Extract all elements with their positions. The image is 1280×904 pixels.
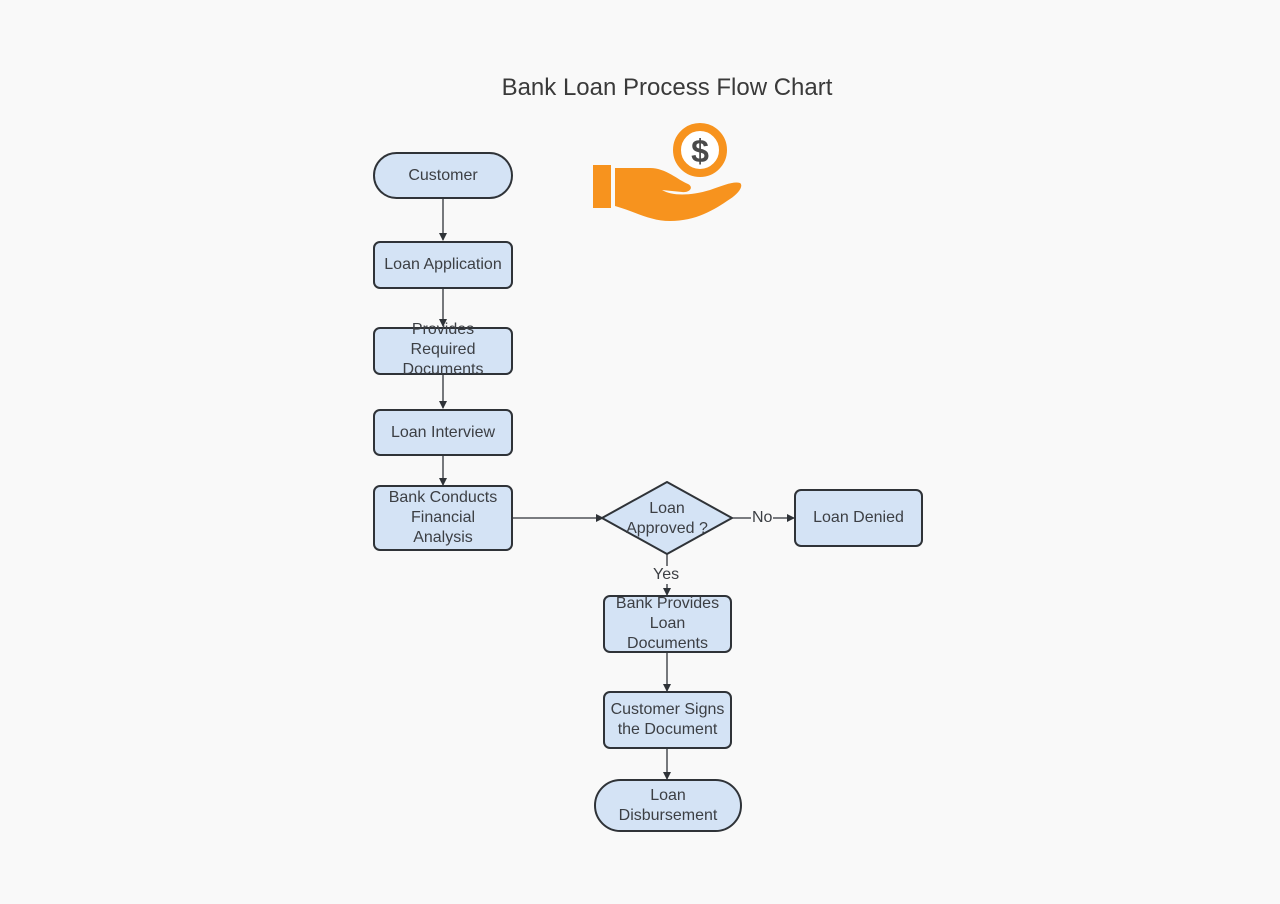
node-loan-application[interactable]: Loan Application [373,241,513,289]
node-decision[interactable]: Loan Approved ? [620,488,714,550]
page-title: Bank Loan Process Flow Chart [501,74,833,101]
connectors-layer: $ [439,123,795,780]
node-financial-analysis-label: Bank Conducts Financial Analysis [388,489,498,546]
node-customer-label: Customer [408,166,478,184]
node-financial-analysis[interactable]: Bank Conducts Financial Analysis [373,485,513,551]
node-customer[interactable]: Customer [373,152,513,199]
node-bank-provides-documents[interactable]: Bank Provides Loan Documents [603,595,732,653]
node-loan-interview[interactable]: Loan Interview [373,409,513,456]
node-customer-signs[interactable]: Customer Signs the Document [603,691,732,749]
edge-label-yes: Yes [652,566,681,584]
edge-label-no: No [751,509,774,527]
node-loan-denied[interactable]: Loan Denied [794,489,923,547]
hand-holding-dollar-icon: $ [593,123,742,221]
node-loan-denied-label: Loan Denied [813,509,904,526]
node-loan-application-label: Loan Application [384,256,502,273]
node-provides-documents[interactable]: Provides Required Documents [373,321,513,378]
node-loan-disbursement[interactable]: Loan Disbursement [594,779,742,832]
node-decision-label: Loan Approved ? [626,500,708,537]
svg-text:$: $ [691,133,709,169]
node-provides-documents-label: Provides Required Documents [402,321,484,378]
node-bank-provides-documents-label: Bank Provides Loan Documents [615,595,720,652]
node-loan-interview-label: Loan Interview [390,423,496,441]
node-customer-signs-label: Customer Signs the Document [610,701,725,738]
node-loan-disbursement-label: Loan Disbursement [618,786,718,824]
